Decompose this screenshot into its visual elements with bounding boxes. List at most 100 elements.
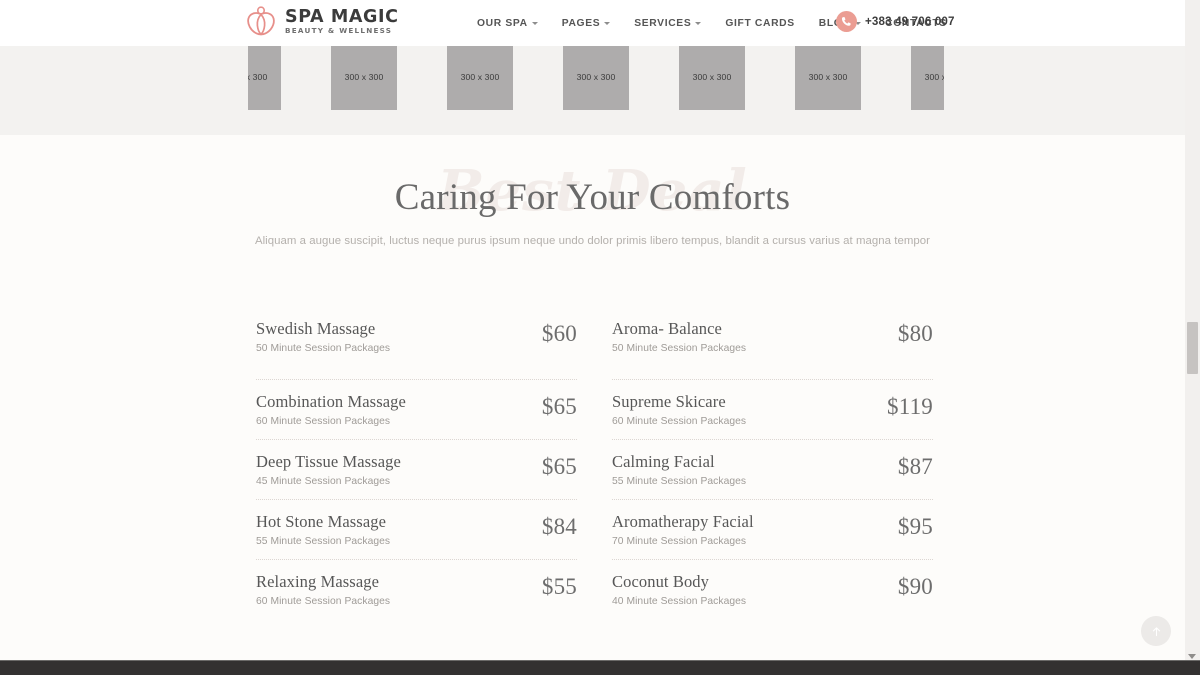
price-row: Relaxing Massage 60 Minute Session Packag… [256,559,577,619]
logo-name: SPA MAGIC [285,6,399,27]
price-row: Supreme Skicare 60 Minute Session Package… [612,379,933,439]
gallery-tile-label: 300 x 300 [344,72,384,82]
arrow-up-icon [1150,625,1163,638]
service-price: $119 [887,394,933,419]
vertical-scrollbar[interactable] [1185,0,1200,660]
price-row: Coconut Body 40 Minute Session Packages $9… [612,559,933,619]
gallery-tile-label: 300 x 300 [576,72,616,82]
logo-tagline: BEAUTY & WELLNESS [285,26,393,36]
phone-icon [836,11,857,32]
service-name: Calming Facial [612,452,715,471]
service-price: $55 [541,574,577,599]
price-info: Deep Tissue Massage 45 Minute Session Pac… [256,452,401,487]
chevron-down-icon [695,22,702,25]
service-name: Swedish Massage [256,319,376,338]
gallery-tile[interactable]: 300 x 300 [679,44,745,110]
service-name: Deep Tissue Massage [256,452,401,471]
nav-item-pages[interactable]: PAGES [550,0,623,46]
price-column-left: Swedish Massage 50 Minute Session Package… [256,319,577,619]
nav-item-services[interactable]: SERVICES [622,0,713,46]
price-info: Calming Facial 55 Minute Session Packages [612,452,746,487]
service-name: Combination Massage [256,392,406,411]
price-row: Combination Massage 60 Minute Session Pac… [256,379,577,439]
service-duration: 60 Minute Session Packages [256,595,391,607]
service-name: Coconut Body [612,572,709,591]
gallery-track: 300 x 300 300 x 300 300 x 300 300 x 300 300 … [248,44,944,110]
gallery-tile-label: 300 x 300 [808,72,848,82]
section-subtitle: Aliquam a augue suscipit, luctus neque p… [254,234,931,247]
price-info: Relaxing Massage 60 Minute Session Packag… [256,572,390,607]
price-info: Aroma- Balance 50 Minute Session Packages [612,319,746,354]
site-logo[interactable]: SPA MAGIC BEAUTY & WELLNESS [246,3,399,39]
service-duration: 55 Minute Session Packages [612,475,747,487]
service-price: $90 [897,574,933,599]
price-info: Aromatherapy Facial 70 Minute Session Pac… [612,512,754,547]
nav-item-gift-cards[interactable]: GIFT CARDS [713,0,806,46]
gallery-tile[interactable]: 300 x 300 [911,44,944,110]
logo-text: SPA MAGIC BEAUTY & WELLNESS [285,7,399,35]
scrollbar-thumb[interactable] [1187,322,1198,374]
price-info: Hot Stone Massage 55 Minute Session Packa… [256,512,390,547]
service-duration: 45 Minute Session Packages [256,475,391,487]
price-info: Swedish Massage 50 Minute Session Package… [256,319,390,354]
price-row: Swedish Massage 50 Minute Session Package… [256,319,577,379]
service-duration: 40 Minute Session Packages [612,595,747,607]
gallery-tile-label: 300 x 300 [460,72,500,82]
gallery-tile[interactable]: 300 x 300 [795,44,861,110]
price-column-right: Aroma- Balance 50 Minute Session Packages… [612,319,933,619]
footer-band [0,660,1200,675]
price-row: Calming Facial 55 Minute Session Packages… [612,439,933,499]
header-phone[interactable]: +383 49 706 007 [836,11,955,32]
gallery-tile[interactable]: 300 x 300 [563,44,629,110]
page-title: Caring For Your Comforts [394,177,791,218]
gallery-tile[interactable]: 300 x 300 [447,44,513,110]
price-row: Aromatherapy Facial 70 Minute Session Pac… [612,499,933,559]
price-info: Supreme Skicare 60 Minute Session Package… [612,392,746,427]
chevron-down-icon [531,22,538,25]
gallery-tile-label: 300 x 300 [248,72,268,82]
service-name: Hot Stone Massage [256,512,387,531]
page-root: 300 x 300 300 x 300 300 x 300 300 x 300 300 … [0,0,1200,675]
service-price: $65 [541,394,577,419]
header-inner: SPA MAGIC BEAUTY & WELLNESS OUR SPA PAGES… [0,0,1185,46]
service-duration: 60 Minute Session Packages [612,415,747,427]
gallery-carousel[interactable]: 300 x 300 300 x 300 300 x 300 300 x 300 300 … [248,44,944,110]
site-header: SPA MAGIC BEAUTY & WELLNESS OUR SPA PAGES… [0,0,1185,46]
service-price: $60 [541,321,577,346]
price-list: Swedish Massage 50 Minute Session Package… [256,319,933,619]
price-row: Aroma- Balance 50 Minute Session Packages… [612,319,933,379]
service-duration: 55 Minute Session Packages [256,535,391,547]
service-duration: 70 Minute Session Packages [612,535,747,547]
nav-item-our-spa[interactable]: OUR SPA [477,0,550,46]
gallery-tile-label: 300 x 300 [692,72,732,82]
chevron-down-icon [604,22,611,25]
gallery-tile-label: 300 x 300 [924,72,944,82]
service-price: $87 [897,454,933,479]
phone-number: +383 49 706 007 [865,15,955,28]
nav-item-label: GIFT CARDS [725,17,795,29]
chevron-down-icon[interactable] [1188,654,1196,659]
gallery-tile[interactable]: 300 x 300 [331,44,397,110]
service-name: Aromatherapy Facial [612,512,754,531]
price-row: Deep Tissue Massage 45 Minute Session Pac… [256,439,577,499]
price-info: Combination Massage 60 Minute Session Pac… [256,392,406,427]
pricing-section: Best Deal Caring For Your Comforts Aliqu… [0,135,1185,660]
service-price: $84 [541,514,577,539]
service-name: Aroma- Balance [612,319,722,338]
service-duration: 50 Minute Session Packages [256,342,391,354]
scroll-to-top-button[interactable] [1141,616,1171,646]
price-row: Hot Stone Massage 55 Minute Session Packa… [256,499,577,559]
service-price: $65 [541,454,577,479]
nav-item-label: SERVICES [634,17,692,29]
service-name: Relaxing Massage [256,572,380,591]
nav-item-label: PAGES [561,17,601,29]
nav-item-label: OUR SPA [477,17,528,29]
service-duration: 50 Minute Session Packages [612,342,747,354]
price-info: Coconut Body 40 Minute Session Packages [612,572,746,607]
service-price: $95 [897,514,933,539]
service-price: $80 [897,321,933,346]
gallery-tile[interactable]: 300 x 300 [248,44,281,110]
service-duration: 60 Minute Session Packages [256,415,391,427]
lotus-flower-icon [246,3,276,39]
service-name: Supreme Skicare [612,392,726,411]
